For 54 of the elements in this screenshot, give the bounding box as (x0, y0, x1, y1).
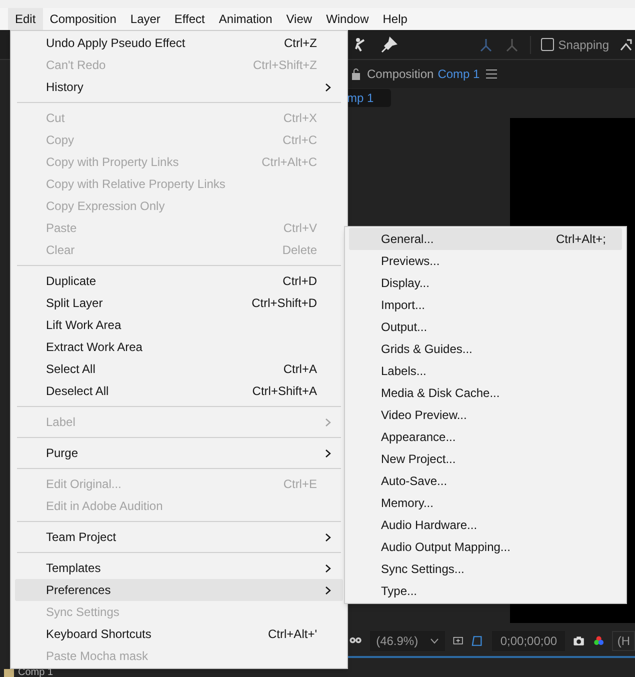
menu-item[interactable]: Deselect All Ctrl+Shift+A (15, 380, 343, 402)
menu-item[interactable]: Preferences (15, 579, 343, 601)
menu-item[interactable]: Audio Hardware... (349, 514, 622, 536)
menu-item[interactable]: Video Preview... (349, 404, 622, 426)
menu-item[interactable]: General... Ctrl+Alt+; (349, 228, 622, 250)
expand-icon[interactable] (619, 38, 633, 52)
menu-item[interactable]: Previews... (349, 250, 622, 272)
comp-name[interactable]: Comp 1 (438, 65, 480, 83)
menu-bar-item[interactable]: Edit (8, 8, 43, 30)
menu-item[interactable]: Keyboard Shortcuts Ctrl+Alt+' (15, 623, 343, 645)
menu-item[interactable]: Select All Ctrl+A (15, 358, 343, 380)
lock-icon[interactable] (351, 68, 361, 80)
menu-bar-item[interactable]: Animation (212, 8, 280, 30)
menu-bar-item[interactable]: Layer (123, 8, 168, 30)
menu-item[interactable]: Grids & Guides... (349, 338, 622, 360)
menu-item[interactable]: Sync Settings... (349, 558, 622, 580)
menu-item[interactable]: Lift Work Area (15, 314, 343, 336)
pin-icon[interactable] (380, 36, 398, 54)
comp-tab[interactable]: mp 1 (345, 89, 391, 107)
menu-item[interactable]: Memory... (349, 492, 622, 514)
snapping-checkbox[interactable] (541, 38, 554, 51)
menu-item[interactable]: History (15, 76, 343, 98)
menu-item[interactable]: Import... (349, 294, 622, 316)
menu-item[interactable]: Undo Apply Pseudo Effect Ctrl+Z (15, 32, 343, 54)
menu-item[interactable]: Media & Disk Cache... (349, 382, 622, 404)
menu-item[interactable]: Purge (15, 442, 343, 464)
folder-icon (4, 668, 14, 677)
caret-icon[interactable] (430, 638, 440, 644)
menu-item[interactable]: Split Layer Ctrl+Shift+D (15, 292, 343, 314)
axis-icon[interactable] (478, 36, 494, 52)
menu-bar-item[interactable]: Composition (42, 8, 124, 30)
menu-bar-item[interactable]: Effect (167, 8, 212, 30)
menu-item[interactable]: Type... (349, 580, 622, 602)
resolution-dropdown[interactable]: (H (612, 631, 635, 651)
menu-item[interactable]: Extract Work Area (15, 336, 343, 358)
menu-item[interactable]: Templates (15, 557, 343, 579)
timecode[interactable]: 0;00;00;00 (492, 631, 566, 651)
menu-bar-item[interactable]: Help (376, 8, 414, 30)
menu-item[interactable]: Duplicate Ctrl+D (15, 270, 343, 292)
menu-item[interactable]: Appearance... (349, 426, 622, 448)
snapping-label: Snapping (558, 36, 609, 54)
menu-item[interactable]: Audio Output Mapping... (349, 536, 622, 558)
menu-item[interactable]: Auto-Save... (349, 470, 622, 492)
camera-icon[interactable] (573, 634, 585, 648)
menu-item[interactable]: New Project... (349, 448, 622, 470)
panel-title: Composition (367, 66, 434, 83)
menu-item[interactable]: Output... (349, 316, 622, 338)
menu-item[interactable]: Team Project (15, 526, 343, 548)
menu-icon[interactable] (486, 69, 497, 79)
menu-bar-item[interactable]: Window (319, 8, 376, 30)
zoom-dropdown[interactable]: (46.9%) (370, 631, 446, 651)
menu-item[interactable]: Display... (349, 272, 622, 294)
menu-item[interactable]: Labels... (349, 360, 622, 382)
menu-bar-item[interactable]: View (279, 8, 320, 30)
